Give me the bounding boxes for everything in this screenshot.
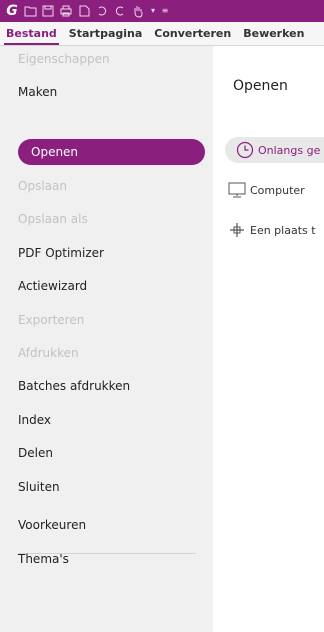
sidebar-item-label: Batches afdrukken [18,379,131,393]
sidebar-item-delen[interactable]: Delen [0,440,205,466]
quick-access-toolbar: G ▾ ≡ [0,0,324,22]
sidebar-item-opslaan: Opslaan [0,173,205,199]
sidebar-item-label: Delen [18,446,53,460]
tab-startpagina[interactable]: Startpagina [63,22,148,45]
new-document-icon[interactable] [76,3,92,19]
ribbon-tabs: Bestand Startpagina Converteren Bewerken [0,22,324,46]
tab-bestand[interactable]: Bestand [0,22,63,45]
sidebar-item-actiewizard[interactable]: Actiewizard [0,273,205,299]
save-icon[interactable] [40,3,56,19]
option-label: Een plaats t [250,223,316,237]
sidebar-item-eigenschappen: Eigenschappen [0,46,205,72]
option-recent[interactable]: Onlangs ge [225,137,324,163]
sidebar-item-label: Actiewizard [18,279,88,293]
customize-icon[interactable]: ≡ [160,3,170,19]
sidebar-item-label: Sluiten [18,480,60,494]
sidebar-item-exporteren: Exporteren [0,307,205,333]
sidebar-item-sluiten[interactable]: Sluiten [0,474,205,500]
sidebar-item-maken[interactable]: Maken [0,79,205,105]
sidebar-item-label: PDF Optimizer [18,246,104,260]
sidebar-item-index[interactable]: Index [0,407,205,433]
sidebar-item-label: Afdrukken [18,346,79,360]
sidebar-item-opslaan-als: Opslaan als [0,206,205,232]
sidebar-item-label: Opslaan als [18,212,88,226]
sidebar-item-label: Thema's [18,552,69,566]
sidebar-item-voorkeuren[interactable]: Voorkeuren [0,512,205,538]
option-label: Computer [250,183,305,197]
sidebar-item-pdf-optimizer[interactable]: PDF Optimizer [0,240,205,266]
open-panel: Openen Onlangs ge Computer Een plaats t [213,46,324,632]
sidebar-item-afdrukken: Afdrukken [0,340,205,366]
option-label: Onlangs ge [258,143,321,157]
redo-icon[interactable] [112,3,128,19]
sidebar-item-label: Eigenschappen [18,52,110,66]
sidebar-item-themas[interactable]: Thema's [0,546,205,572]
option-computer[interactable]: Computer [227,177,305,203]
sidebar-item-label: Openen [31,145,79,159]
sidebar-item-label: Exporteren [18,313,85,327]
tab-converteren[interactable]: Converteren [148,22,237,45]
page-title: Openen [233,78,288,94]
undo-icon[interactable] [94,3,110,19]
open-folder-icon[interactable] [22,3,38,19]
sidebar-item-openen[interactable]: Openen [18,139,205,165]
print-icon[interactable] [58,3,74,19]
sidebar-item-label: Maken [18,85,58,99]
sidebar-item-batches-afdrukken[interactable]: Batches afdrukken [0,373,205,399]
sidebar-item-label: Opslaan [18,179,67,193]
computer-icon [227,181,247,199]
add-place-icon [227,221,247,239]
tab-bewerken[interactable]: Bewerken [237,22,310,45]
app-logo-icon[interactable]: G [4,3,20,19]
dropdown-icon[interactable]: ▾ [148,3,158,19]
hand-tool-icon[interactable] [130,3,146,19]
file-menu-sidebar: Eigenschappen Maken Openen Opslaan Opsla… [0,46,213,632]
sidebar-item-label: Voorkeuren [18,518,87,532]
sidebar-item-label: Index [18,413,52,427]
clock-icon [235,141,255,159]
option-add-place[interactable]: Een plaats t [227,217,316,243]
